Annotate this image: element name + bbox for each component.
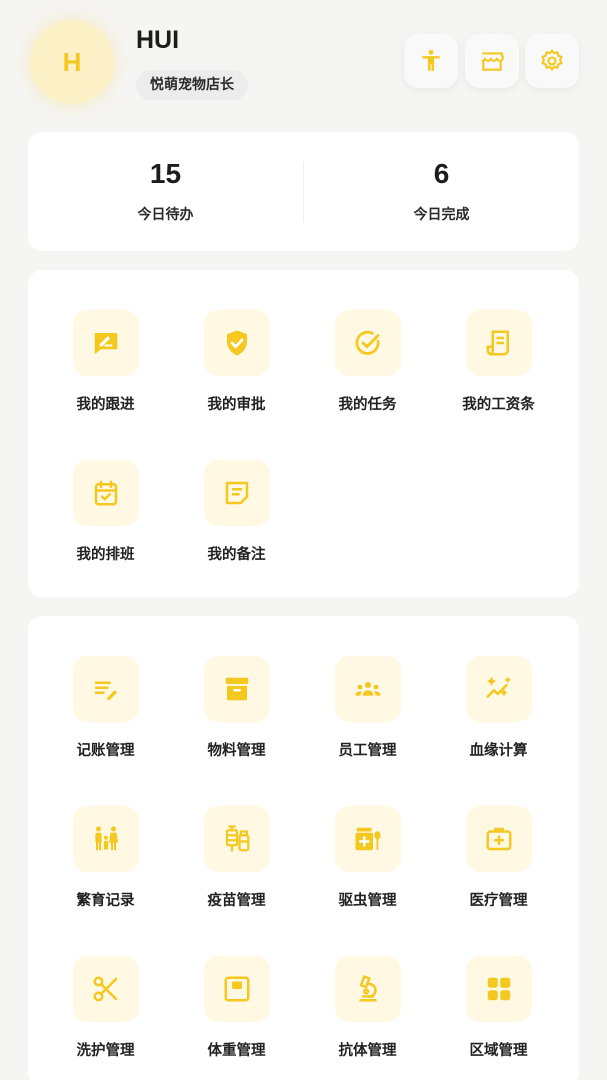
- menu-label: 抗体管理: [338, 1043, 397, 1059]
- menu-staff[interactable]: 员工管理: [302, 656, 433, 786]
- menu-label: 我的审批: [207, 397, 266, 413]
- sparkle-chart-icon: [466, 656, 532, 722]
- menu-my-tasks[interactable]: 我的任务: [302, 310, 433, 440]
- personal-menu-card: 我的跟进 我的审批 我的任务 我的工资条 我的排班 我的备注: [28, 270, 579, 597]
- stat-todo[interactable]: 15 今日待办: [28, 132, 303, 251]
- menu-label: 记账管理: [76, 743, 135, 759]
- today-stats-card: 15 今日待办 6 今日完成: [28, 132, 579, 251]
- menu-deworming[interactable]: 驱虫管理: [302, 806, 433, 936]
- profile-header: H HUI 悦萌宠物店长: [0, 0, 607, 120]
- shield-check-icon: [204, 310, 270, 376]
- menu-label: 我的排班: [76, 547, 135, 563]
- menu-my-followups[interactable]: 我的跟进: [40, 310, 171, 440]
- menu-lineage[interactable]: 血缘计算: [433, 656, 564, 786]
- menu-label: 我的工资条: [462, 397, 535, 413]
- menu-bookkeeping[interactable]: 记账管理: [40, 656, 171, 786]
- menu-label: 区域管理: [469, 1043, 528, 1059]
- accessibility-button[interactable]: [404, 34, 458, 88]
- avatar[interactable]: H: [30, 20, 114, 104]
- gear-icon: [539, 48, 565, 74]
- username: HUI: [136, 26, 180, 54]
- grid-icon: [466, 956, 532, 1022]
- menu-label: 医疗管理: [469, 893, 528, 909]
- edit-note-icon: [73, 310, 139, 376]
- vaccine-icon: [204, 806, 270, 872]
- store-button[interactable]: [465, 34, 519, 88]
- avatar-letter: H: [62, 46, 82, 77]
- stat-done[interactable]: 6 今日完成: [304, 132, 579, 251]
- menu-area[interactable]: 区域管理: [433, 956, 564, 1080]
- management-menu-card: 记账管理 物料管理 员工管理 血缘计算 繁育记录 疫苗管理 驱虫管理 医疗管理 …: [28, 616, 579, 1080]
- check-circle-icon: [335, 310, 401, 376]
- menu-my-approvals[interactable]: 我的审批: [171, 310, 302, 440]
- menu-label: 血缘计算: [469, 743, 528, 759]
- menu-breeding[interactable]: 繁育记录: [40, 806, 171, 936]
- menu-my-schedule[interactable]: 我的排班: [40, 460, 171, 590]
- menu-label: 体重管理: [207, 1043, 266, 1059]
- medical-kit-icon: [466, 806, 532, 872]
- menu-label: 我的跟进: [76, 397, 135, 413]
- menu-vaccine[interactable]: 疫苗管理: [171, 806, 302, 936]
- role-badge: 悦萌宠物店长: [136, 70, 248, 100]
- stat-done-label: 今日完成: [413, 207, 470, 223]
- receipt-icon: [466, 310, 532, 376]
- accessibility-icon: [418, 48, 444, 74]
- microscope-icon: [335, 956, 401, 1022]
- menu-materials[interactable]: 物料管理: [171, 656, 302, 786]
- scissors-icon: [73, 956, 139, 1022]
- menu-medical[interactable]: 医疗管理: [433, 806, 564, 936]
- menu-my-notes[interactable]: 我的备注: [171, 460, 302, 590]
- calendar-check-icon: [73, 460, 139, 526]
- archive-box-icon: [204, 656, 270, 722]
- menu-antibody[interactable]: 抗体管理: [302, 956, 433, 1080]
- menu-label: 物料管理: [207, 743, 266, 759]
- note-icon: [204, 460, 270, 526]
- menu-label: 繁育记录: [76, 893, 135, 909]
- menu-label: 洗护管理: [76, 1043, 135, 1059]
- family-icon: [73, 806, 139, 872]
- store-icon: [479, 48, 505, 74]
- medicine-icon: [335, 806, 401, 872]
- bookkeeping-icon: [73, 656, 139, 722]
- menu-weight[interactable]: 体重管理: [171, 956, 302, 1080]
- stat-todo-label: 今日待办: [137, 207, 194, 223]
- team-icon: [335, 656, 401, 722]
- settings-button[interactable]: [525, 34, 579, 88]
- stat-done-value: 6: [433, 158, 450, 189]
- menu-label: 疫苗管理: [207, 893, 266, 909]
- scale-icon: [204, 956, 270, 1022]
- menu-label: 驱虫管理: [338, 893, 397, 909]
- stat-todo-value: 15: [149, 158, 182, 189]
- menu-label: 员工管理: [338, 743, 397, 759]
- menu-my-payslip[interactable]: 我的工资条: [433, 310, 564, 440]
- menu-label: 我的备注: [207, 547, 266, 563]
- menu-grooming[interactable]: 洗护管理: [40, 956, 171, 1080]
- menu-label: 我的任务: [338, 397, 397, 413]
